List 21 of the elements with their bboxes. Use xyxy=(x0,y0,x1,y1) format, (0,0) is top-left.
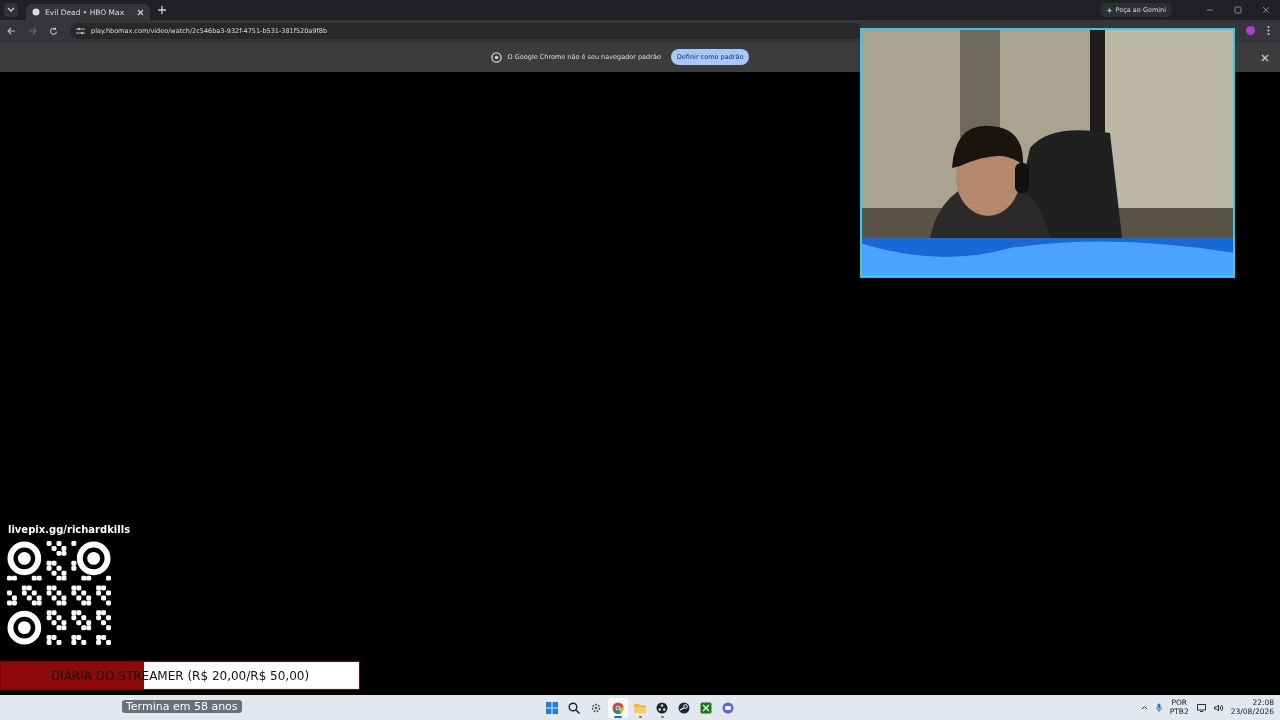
goal-countdown: Termina em 58 anos xyxy=(122,700,242,713)
close-icon[interactable] xyxy=(137,8,144,16)
maximize-icon[interactable] xyxy=(1234,6,1242,14)
close-icon[interactable] xyxy=(1262,6,1270,14)
browser-logo-icon xyxy=(490,51,502,63)
new-tab-icon[interactable] xyxy=(158,6,166,14)
back-icon[interactable] xyxy=(7,27,16,35)
tab-list-icon[interactable] xyxy=(4,3,18,17)
browser-icon[interactable] xyxy=(608,697,628,718)
menu-icon[interactable] xyxy=(1267,26,1270,35)
forward-icon xyxy=(28,27,37,35)
speaker-icon[interactable] xyxy=(1213,703,1223,712)
reload-icon[interactable] xyxy=(49,26,58,36)
profile-avatar[interactable] xyxy=(1246,26,1255,35)
site-icon xyxy=(32,8,40,16)
chevron-up-icon[interactable] xyxy=(1140,705,1148,710)
sparkle-icon xyxy=(1105,6,1113,14)
close-icon[interactable] xyxy=(1261,54,1269,62)
microphone-icon[interactable] xyxy=(1155,703,1162,712)
site-settings-icon[interactable] xyxy=(76,27,85,35)
network-icon[interactable] xyxy=(1196,703,1206,712)
